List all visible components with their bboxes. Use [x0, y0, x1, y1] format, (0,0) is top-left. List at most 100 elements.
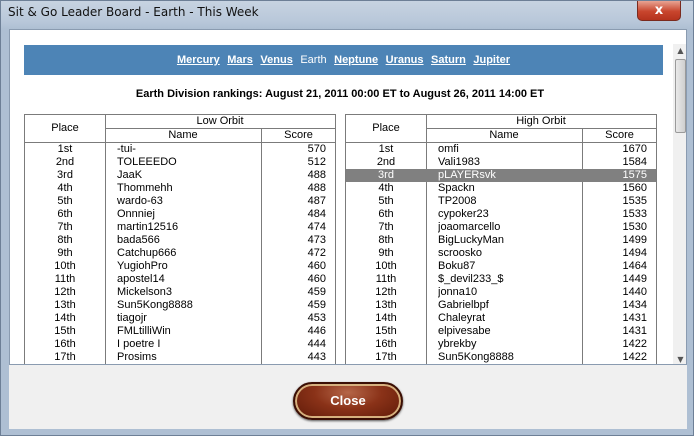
table-row: 14th tiagojr 453 [25, 312, 335, 325]
rank-cell: 16th [375, 338, 397, 350]
rank-cell: 6th [57, 208, 73, 220]
score-cell: 1464 [622, 260, 647, 272]
player-name-cell: Sun5Kong8888 [117, 299, 193, 311]
scrollbar-thumb[interactable] [675, 59, 686, 133]
table-row: 10th Boku87 1464 [346, 260, 656, 273]
title-bar: Sit & Go Leader Board - Earth - This Wee… [1, 1, 694, 29]
score-cell: 487 [307, 195, 326, 207]
close-button[interactable]: Close [293, 382, 403, 420]
planet-link-mars[interactable]: Mars [227, 54, 253, 66]
low-orbit-rows: 1st -tui- 570 2nd TOLEEEDO 512 3rd JaaK 488 4th Th… [25, 143, 335, 364]
score-cell: 459 [307, 286, 326, 298]
table-row: 4th Thommehh 488 [25, 182, 335, 195]
rank-cell: 15th [375, 325, 397, 337]
score-cell: 1440 [622, 286, 647, 298]
rank-cell: 10th [375, 260, 397, 272]
planet-link-neptune[interactable]: Neptune [334, 54, 378, 66]
score-cell: 446 [307, 325, 326, 337]
table-row: 15th elpivesabe 1431 [346, 325, 656, 338]
planet-link-saturn[interactable]: Saturn [431, 54, 466, 66]
player-name-cell: $_devil233_$ [438, 273, 504, 285]
rank-cell: 12th [54, 286, 76, 298]
score-column-header: Score [583, 129, 656, 143]
rank-cell: 2nd [55, 156, 75, 168]
player-name-cell: JaaK [117, 169, 143, 181]
table-row: 9th Catchup666 472 [25, 247, 335, 260]
score-cell: 1494 [622, 247, 647, 259]
player-name-cell: Vali1983 [438, 156, 480, 168]
score-cell: 1431 [622, 312, 647, 324]
score-cell: 1560 [622, 182, 647, 194]
player-name-cell: pLAYERsvk [438, 169, 496, 181]
player-name-cell: wardo-63 [117, 195, 163, 207]
rank-cell: 13th [54, 299, 76, 311]
table-row: 1st -tui- 570 [25, 143, 335, 156]
low-orbit-table: Place Low Orbit Name Score 1st -tui- 570 2n… [24, 114, 336, 364]
window-close-button[interactable]: x [637, 1, 681, 21]
player-name-cell: omfi [438, 143, 459, 155]
player-name-cell: Thommehh [117, 182, 173, 194]
player-name-cell: apostel14 [117, 273, 165, 285]
vertical-scrollbar[interactable]: ▲ ▼ [673, 44, 686, 364]
planet-link-jupiter[interactable]: Jupiter [473, 54, 510, 66]
rank-cell: 15th [54, 325, 76, 337]
player-name-cell: joaomarcello [438, 221, 501, 233]
planet-nav: Mercury Mars Venus Earth Neptune Uranus … [24, 45, 663, 75]
player-name-cell: martin12516 [117, 221, 179, 233]
player-name-cell: -tui- [117, 143, 136, 155]
table-row: 6th cypoker23 1533 [346, 208, 656, 221]
player-name-cell: Chaleyrat [438, 312, 486, 324]
rank-cell: 14th [54, 312, 76, 324]
player-name-cell: TP2008 [438, 195, 477, 207]
score-cell: 1533 [622, 208, 647, 220]
planet-link-mercury[interactable]: Mercury [177, 54, 220, 66]
content-area: Mercury Mars Venus Earth Neptune Uranus … [9, 29, 687, 365]
leaderboard-window: Sit & Go Leader Board - Earth - This Wee… [0, 0, 694, 436]
table-row: 15th FMLtilliWin 446 [25, 325, 335, 338]
score-cell: 1535 [622, 195, 647, 207]
table-row: 2nd TOLEEEDO 512 [25, 156, 335, 169]
score-cell: 1499 [622, 234, 647, 246]
score-cell: 1434 [622, 299, 647, 311]
rank-cell: 8th [378, 234, 394, 246]
rank-cell: 10th [54, 260, 76, 272]
player-name-cell: jonna10 [438, 286, 478, 298]
table-row: 11th apostel14 460 [25, 273, 335, 286]
score-cell: 460 [307, 260, 326, 272]
high-orbit-group-header: High Orbit [426, 115, 656, 129]
up-arrow-icon[interactable]: ▲ [673, 44, 686, 57]
score-cell: 444 [307, 338, 326, 350]
score-cell: 488 [307, 169, 326, 181]
rank-cell: 16th [54, 338, 76, 350]
table-row: 16th I poetre I 444 [25, 338, 335, 351]
rank-cell: 14th [375, 312, 397, 324]
rank-cell: 11th [375, 273, 397, 285]
score-cell: 1530 [622, 221, 647, 233]
rank-cell: 4th [57, 182, 73, 194]
table-row: 8th bada566 473 [25, 234, 335, 247]
planet-link-venus[interactable]: Venus [260, 54, 292, 66]
rank-cell: 11th [54, 273, 76, 285]
score-cell: 1584 [622, 156, 647, 168]
player-name-cell: bada566 [117, 234, 160, 246]
rank-cell: 5th [57, 195, 73, 207]
table-row: 13th Sun5Kong8888 459 [25, 299, 335, 312]
down-arrow-icon[interactable]: ▼ [673, 353, 686, 364]
player-name-cell: I poetre I [117, 338, 161, 350]
table-row: 12th jonna10 1440 [346, 286, 656, 299]
table-row: 1st omfi 1670 [346, 143, 656, 156]
planet-link-uranus[interactable]: Uranus [386, 54, 424, 66]
place-column-header: Place [346, 115, 427, 143]
rank-cell: 4th [378, 182, 394, 194]
rank-cell: 1st [57, 143, 73, 155]
rank-cell: 13th [375, 299, 397, 311]
table-row: 13th Gabrielbpf 1434 [346, 299, 656, 312]
place-column-header: Place [25, 115, 106, 143]
low-orbit-group-header: Low Orbit [105, 115, 335, 129]
player-name-cell: Boku87 [438, 260, 476, 272]
rank-cell: 2nd [376, 156, 396, 168]
rankings-heading: Earth Division rankings: August 21, 2011… [135, 88, 545, 100]
player-name-cell: Prosims [117, 351, 157, 363]
rank-cell: 3rd [57, 169, 73, 181]
table-row: 8th BigLuckyMan 1499 [346, 234, 656, 247]
